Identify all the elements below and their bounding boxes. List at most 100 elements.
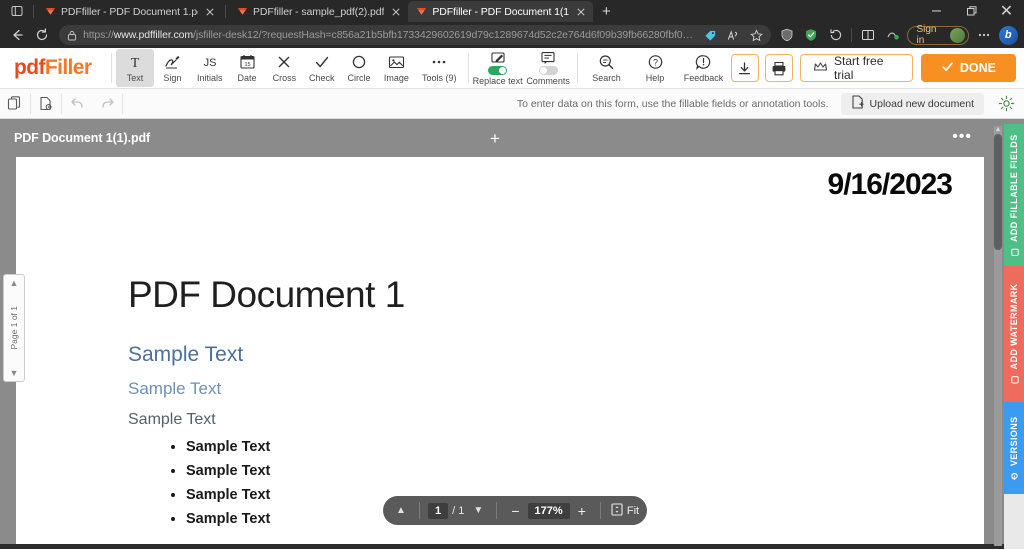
initials-icon: JS	[200, 54, 220, 71]
tool-label: Check	[309, 73, 335, 83]
close-icon[interactable]	[203, 5, 216, 18]
tab-search-icon[interactable]	[4, 0, 30, 22]
tool-more-tools[interactable]: Tools (9)	[415, 49, 464, 87]
zoom-in-button[interactable]: +	[572, 503, 592, 519]
scroll-up-arrow-icon[interactable]: ▲	[994, 126, 1002, 133]
address-bar[interactable]: https://www.pdffiller.com/jsfiller-desk1…	[59, 25, 771, 45]
collections-icon[interactable]	[881, 24, 905, 46]
trial-label: Start free trial	[834, 54, 900, 82]
new-tab-button[interactable]: +	[593, 1, 619, 22]
browser-tab-2[interactable]: PDFfiller - sample_pdf(2).pdf	[229, 1, 408, 22]
comments-switch[interactable]	[539, 66, 558, 75]
date-field-value[interactable]: 9/16/2023	[828, 168, 952, 202]
help-icon: ?	[647, 54, 664, 71]
replace-text-switch[interactable]	[488, 66, 507, 75]
action-help[interactable]: ? Help	[631, 49, 680, 87]
close-icon[interactable]	[574, 5, 587, 18]
reload-icon[interactable]	[30, 24, 56, 46]
rail-tab-add-fillable-fields[interactable]: ▢ ADD FILLABLE FIELDS	[1004, 124, 1024, 266]
action-label: Help	[646, 73, 665, 83]
zoom-level-value[interactable]: 177%	[528, 503, 570, 519]
tool-sign[interactable]: Sign	[154, 49, 191, 87]
url-domain: www.pdffiller.com	[114, 29, 193, 41]
document-more-options-icon[interactable]: •••	[952, 129, 972, 145]
window-close-button[interactable]: ✕	[989, 0, 1024, 22]
close-icon[interactable]	[389, 5, 402, 18]
image-icon	[388, 54, 405, 71]
extension-shield-icon[interactable]	[799, 24, 823, 46]
shopping-tag-icon[interactable]	[702, 27, 719, 44]
upload-label: Upload new document	[870, 98, 974, 110]
document-scrollbar[interactable]: ▲	[994, 126, 1002, 546]
chevron-down-icon[interactable]: ▼	[10, 368, 19, 378]
rail-label: ADD WATERMARK	[1009, 283, 1019, 369]
text-icon: T	[127, 54, 143, 71]
start-free-trial-button[interactable]: Start free trial	[800, 54, 913, 82]
tool-date[interactable]: 15 Date	[228, 49, 265, 87]
tab-title: PDFfiller - sample_pdf(2).pdf	[253, 6, 384, 18]
split-screen-icon[interactable]	[856, 24, 880, 46]
page-settings-icon[interactable]	[31, 90, 61, 118]
chevron-up-icon[interactable]: ▲	[10, 278, 19, 288]
browser-tab-1[interactable]: PDFfiller - PDF Document 1.pdf	[37, 1, 222, 22]
history-icon[interactable]	[824, 24, 848, 46]
pdf-page[interactable]: 9/16/2023 PDF Document 1 Sample Text Sam…	[16, 157, 984, 544]
rail-tab-add-watermark[interactable]: ▢ ADD WATERMARK	[1004, 266, 1024, 402]
zoombar-divider	[496, 502, 497, 519]
tool-label: Image	[384, 73, 409, 83]
add-page-button[interactable]: +	[490, 130, 500, 147]
sign-in-button[interactable]: Sign in	[907, 26, 969, 45]
logo-part-b: Filler	[45, 56, 92, 79]
copy-pages-icon[interactable]	[0, 90, 30, 118]
action-search[interactable]: Search	[582, 49, 631, 87]
tool-image[interactable]: Image	[378, 49, 415, 87]
minimize-button[interactable]: –	[919, 0, 954, 22]
shield-icon[interactable]	[775, 24, 799, 46]
page-down-icon[interactable]: ▼	[468, 501, 488, 521]
maximize-button[interactable]	[954, 0, 989, 22]
subtoolbar-divider	[122, 94, 123, 114]
read-aloud-icon[interactable]	[725, 27, 742, 44]
tool-check[interactable]: Check	[303, 49, 340, 87]
print-button[interactable]	[765, 54, 793, 82]
tool-text[interactable]: T Text	[116, 49, 153, 87]
upload-new-document-button[interactable]: Upload new document	[841, 93, 984, 115]
download-button[interactable]	[731, 54, 759, 82]
settings-more-icon[interactable]	[972, 24, 996, 46]
toggle-comments[interactable]: Comments	[523, 49, 573, 87]
undo-icon[interactable]	[62, 90, 92, 118]
zoombar-divider	[419, 502, 420, 519]
done-button[interactable]: DONE	[921, 54, 1016, 82]
back-icon[interactable]	[4, 24, 30, 46]
rail-tab-versions[interactable]: ⏱ VERSIONS	[1004, 402, 1024, 494]
comment-icon	[540, 51, 556, 65]
tab-title: PDFfiller - PDF Document 1(1).pd	[432, 6, 569, 18]
redo-icon[interactable]	[92, 90, 122, 118]
tool-circle[interactable]: Circle	[340, 49, 377, 87]
browser-tab-3-active[interactable]: PDFfiller - PDF Document 1(1).pd	[408, 1, 593, 22]
gear-icon[interactable]	[992, 90, 1020, 118]
fit-page-button[interactable]: Fit	[609, 503, 639, 519]
tab-title: PDFfiller - PDF Document 1.pdf	[61, 6, 198, 18]
search-icon	[598, 54, 615, 71]
zoom-out-button[interactable]: −	[505, 503, 525, 519]
tool-initials[interactable]: JS Initials	[191, 49, 228, 87]
tab-strip: PDFfiller - PDF Document 1.pdf PDFfiller…	[0, 0, 1024, 22]
toolbar-right: Sign in b	[775, 24, 1020, 46]
scrollbar-thumb[interactable]	[994, 134, 1002, 250]
action-feedback[interactable]: Feedback	[679, 49, 728, 87]
favorite-star-icon[interactable]	[748, 27, 765, 44]
toggle-replace-text[interactable]: Replace text	[472, 49, 522, 87]
page-up-icon[interactable]: ▲	[391, 501, 411, 521]
fillable-fields-icon: ▢	[1009, 246, 1019, 256]
avatar	[950, 28, 965, 43]
copilot-icon[interactable]: b	[997, 24, 1021, 46]
toolbar-divider	[851, 28, 852, 42]
document-file-name: PDF Document 1(1).pdf	[14, 131, 150, 145]
current-page-input[interactable]: 1	[428, 503, 448, 519]
page-navigator[interactable]: ▲ Page 1 of 1 ▼	[3, 274, 25, 382]
tab-divider-1	[33, 5, 34, 18]
pdffiller-logo[interactable]: pdfFiller	[0, 56, 107, 80]
toolbar-divider	[111, 53, 112, 83]
tool-cross[interactable]: Cross	[266, 49, 303, 87]
